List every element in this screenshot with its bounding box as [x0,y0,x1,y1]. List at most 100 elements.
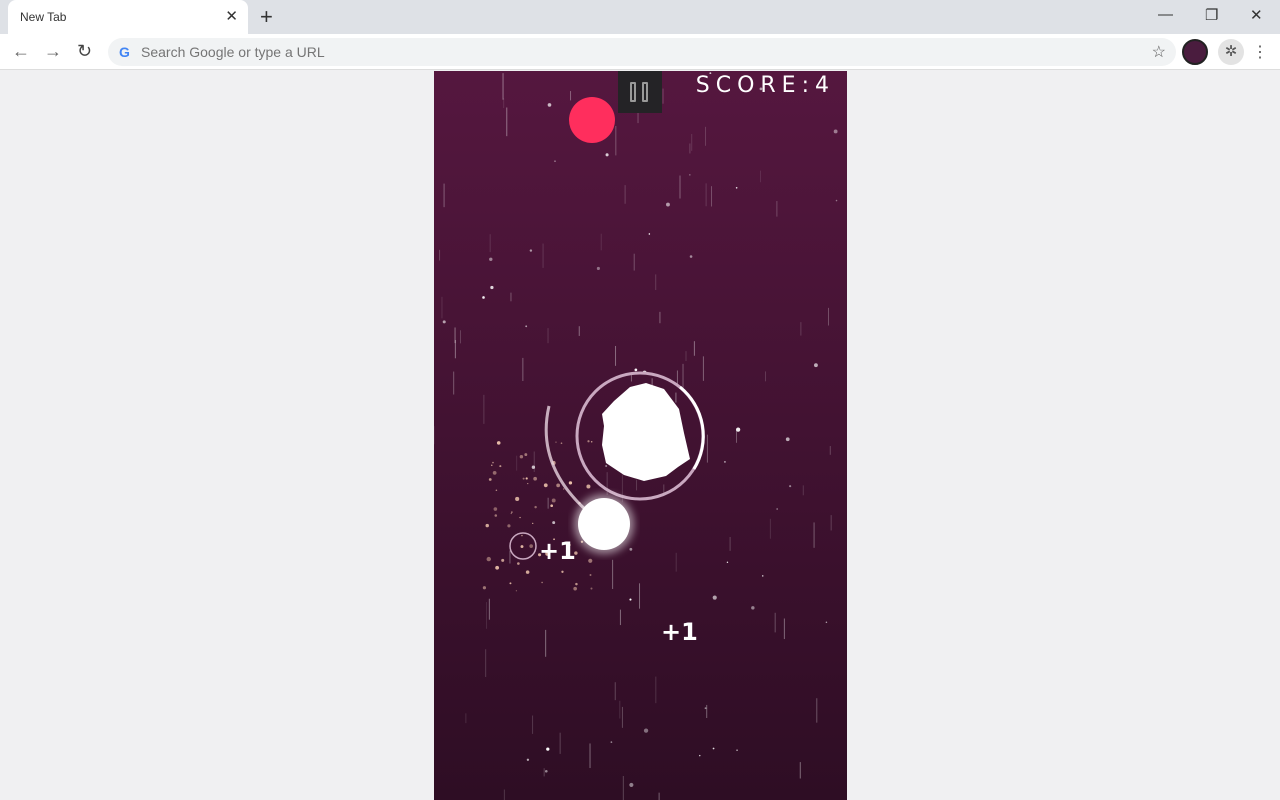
new-tab-button[interactable]: + [260,4,273,30]
particle [634,368,638,372]
particle [531,465,536,469]
profile-avatar[interactable] [1182,39,1208,65]
particle [643,728,649,733]
particle [648,233,651,235]
particle [689,174,691,176]
particle [736,427,741,432]
particle [605,153,609,157]
particle [563,488,565,490]
particle [507,524,511,528]
particle [543,483,548,488]
particle [496,441,501,445]
extensions-icon[interactable]: ✲ [1218,39,1244,65]
particle [533,476,537,481]
particle [489,257,493,262]
toolbar: ← → ↻ G ☆ ✲ ⋮ [0,34,1280,70]
particle [814,363,818,368]
back-icon[interactable]: ← [12,41,30,62]
score-popup: +1 [661,618,698,646]
particle [556,483,561,488]
particle [835,199,838,202]
tab-title: New Tab [20,10,67,24]
particle [501,558,505,562]
particle [515,590,518,592]
particle [519,516,521,519]
particle [485,523,489,528]
particle [495,489,498,491]
particle [482,586,487,590]
particle [587,440,590,443]
particle [532,522,534,525]
particle [486,556,491,562]
particle [825,621,828,623]
restore-icon[interactable]: ❐ [1205,6,1218,24]
particle [499,465,502,468]
particle [547,103,552,107]
particle [482,296,485,299]
enemy-ball [569,97,615,143]
particle [550,504,554,508]
particle [529,249,533,252]
minimize-icon[interactable]: — [1158,6,1173,23]
particle [596,266,600,271]
particle [541,581,543,584]
forward-icon[interactable]: → [44,41,62,62]
particle [526,758,530,761]
particle [492,470,497,475]
particle [521,534,523,537]
google-icon: G [119,44,130,60]
particle [629,547,633,551]
particle [488,478,492,481]
particle [491,464,493,466]
particle [525,477,528,480]
particle [726,561,729,563]
particle [546,747,550,751]
particle [534,505,537,509]
particle [494,514,498,517]
particle [735,186,738,189]
particle [712,595,717,600]
close-icon[interactable]: ✕ [225,7,238,25]
omnibox[interactable]: G ☆ [108,38,1176,66]
particle [493,507,498,511]
game-scene [434,72,838,800]
particle [833,129,838,134]
particle [555,441,557,443]
menu-icon[interactable]: ⋮ [1252,42,1268,62]
particle [561,570,564,573]
planet [602,383,690,481]
particle [699,754,701,757]
close-window-icon[interactable]: ✕ [1250,6,1263,24]
score-popup: +1 [539,537,576,565]
particle [736,749,738,751]
particle [511,511,513,513]
bookmark-star-icon[interactable]: ☆ [1152,42,1166,62]
particle [515,496,520,501]
player-ball [578,498,630,550]
particle [519,455,524,459]
tab-new-tab[interactable]: New Tab ✕ [8,0,248,34]
particle [589,574,592,576]
pause-button[interactable] [618,71,662,113]
particle [525,570,530,574]
particle [789,485,792,488]
particle [490,285,494,290]
particle [495,565,500,570]
particle [776,508,778,510]
particle [442,320,446,324]
particle [590,587,593,590]
particle [761,575,764,577]
particle [629,598,632,601]
particle [560,442,563,444]
particle [573,586,577,591]
game-canvas[interactable]: SCORE:4 +1 +1 [434,71,847,800]
particle [605,464,608,467]
address-input[interactable] [141,38,1121,66]
particle [492,461,494,464]
particle [666,202,670,207]
particle [629,782,634,787]
particle [610,741,613,744]
reload-icon[interactable]: ↻ [77,41,92,62]
particle [525,325,528,328]
particle [520,545,524,549]
